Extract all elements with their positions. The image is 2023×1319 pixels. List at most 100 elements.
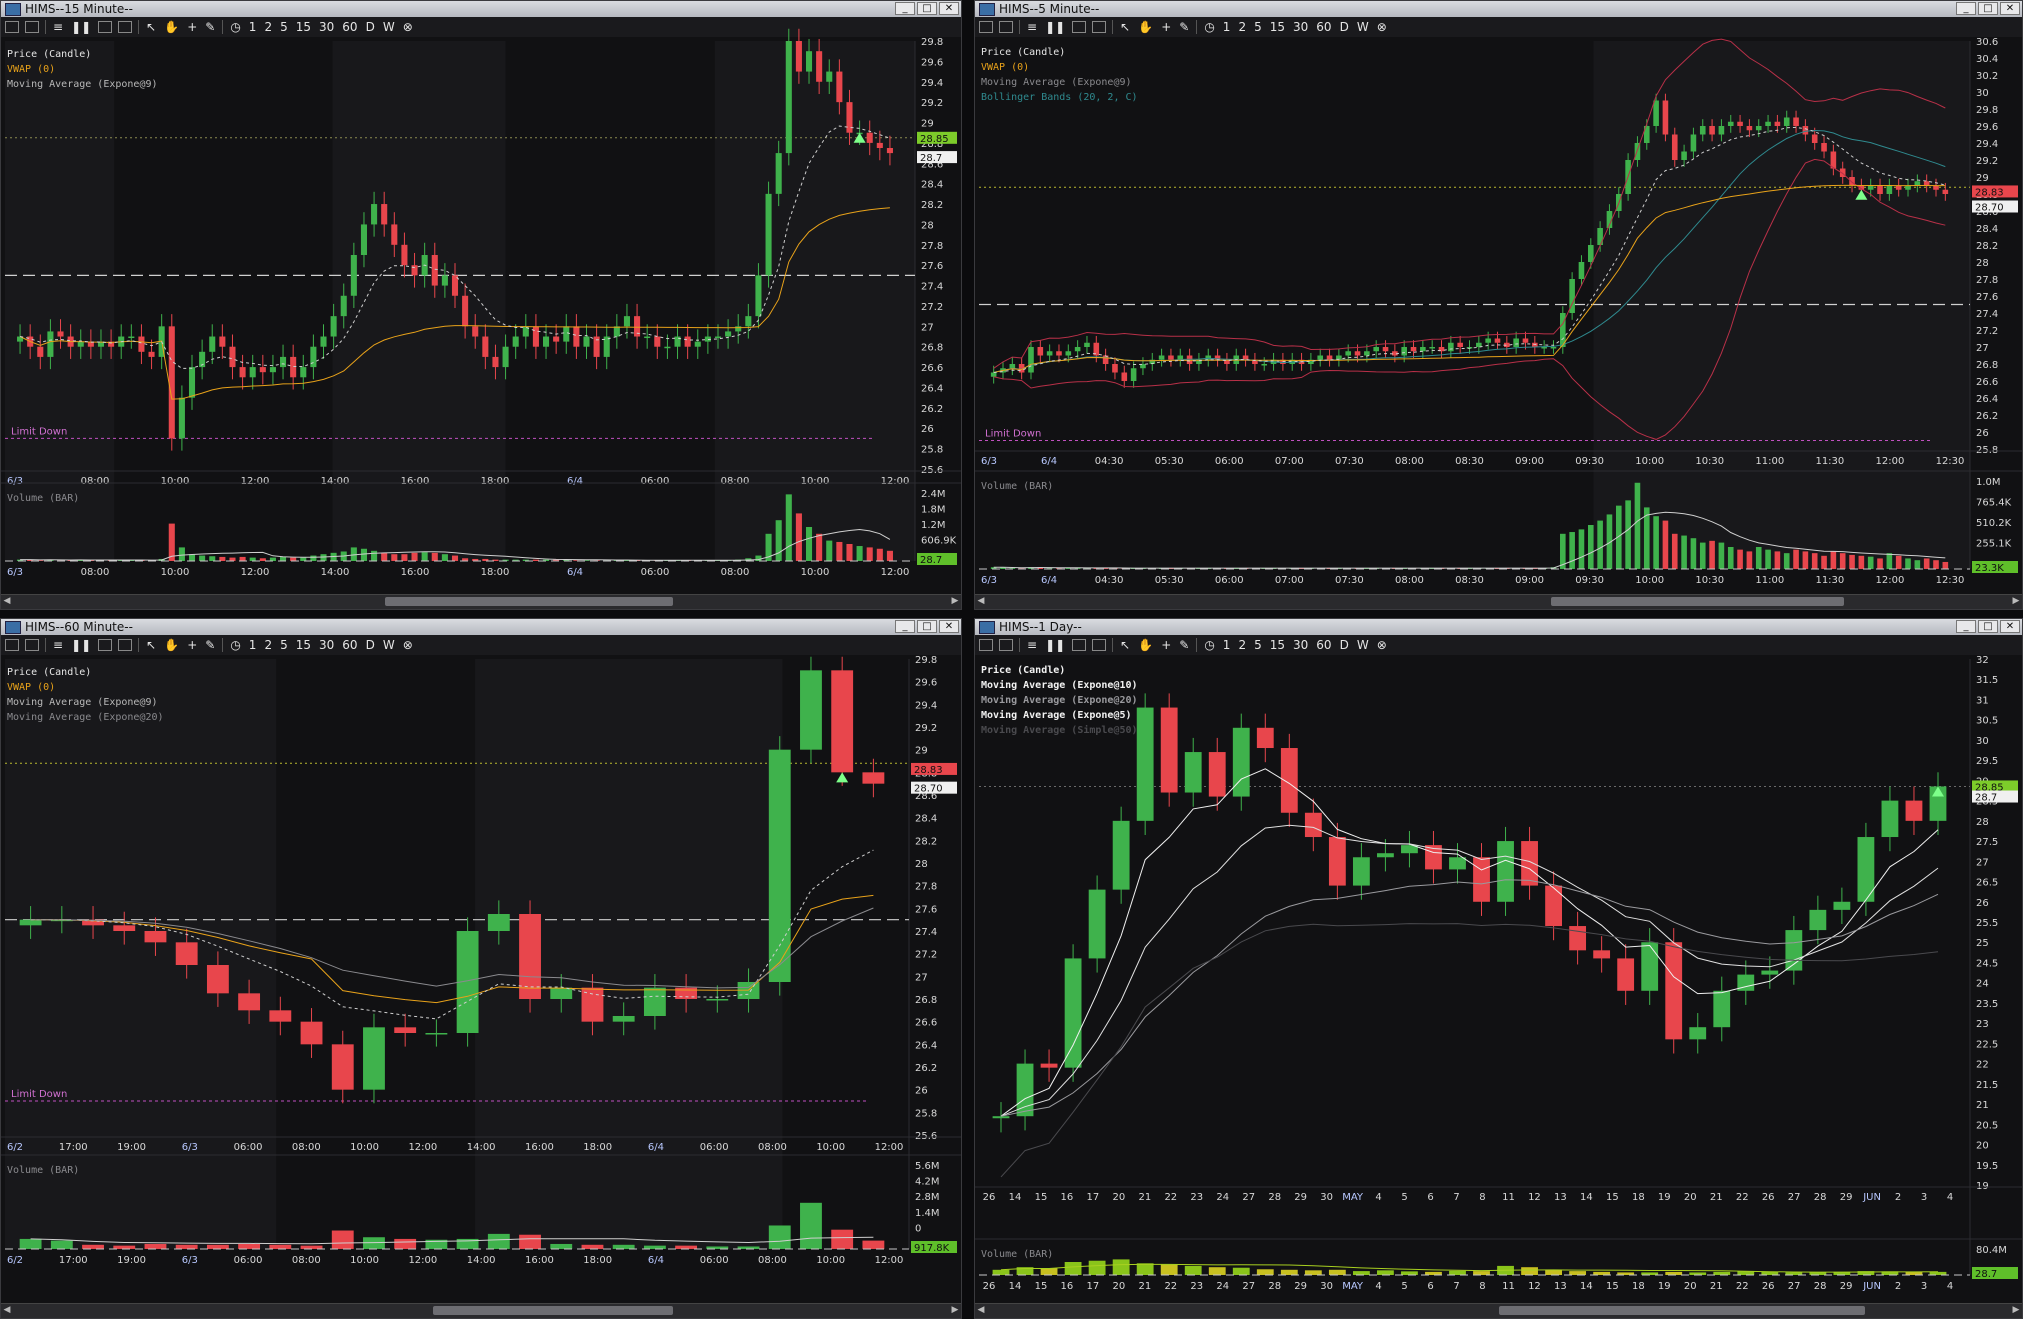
x-tick-label: 06:00	[700, 1255, 729, 1266]
candle	[1037, 347, 1044, 356]
x-tick-label: 06:00	[1215, 456, 1244, 467]
candle	[1056, 351, 1062, 356]
scroll-thumb[interactable]	[1498, 1306, 1865, 1315]
candle	[1040, 1063, 1058, 1068]
legend-item[interactable]: Moving Average (Simple@50)	[981, 723, 1138, 738]
x-tick-label: 6/3	[981, 456, 997, 467]
svg-text:28.83: 28.83	[914, 765, 943, 776]
legend-item[interactable]: Bollinger Bands (20, 2, C)	[981, 90, 1138, 105]
candle	[178, 397, 185, 439]
candle	[77, 341, 84, 347]
candle	[1121, 372, 1128, 381]
candle	[1689, 1027, 1707, 1040]
x-tick-label: 08:00	[721, 567, 750, 578]
scroll-right-icon[interactable]: ▶	[2010, 595, 2022, 608]
y-tick-label: 26	[915, 1086, 928, 1097]
scroll-thumb[interactable]	[1550, 597, 1844, 606]
x-tick-label: 6/4	[567, 476, 583, 487]
scroll-left-icon[interactable]: ◀	[1, 595, 13, 608]
y-tick-label: 26.6	[1976, 377, 1998, 388]
chart-window-60-minute[interactable]: HIMS--60 Minute-- _ □ ✕ ≡ ❚❚ ↖ ✋ + ✎ ◷ 1 2 5 15 30 6…	[0, 618, 962, 1319]
scroll-left-icon[interactable]: ◀	[1, 1304, 13, 1317]
y-tick-label: 26	[1976, 898, 1989, 909]
scroll-right-icon[interactable]: ▶	[949, 1304, 961, 1317]
x-tick-label: 10:00	[350, 1255, 379, 1266]
x-tick-label: 18	[1632, 1281, 1645, 1292]
x-tick-label: 12:00	[241, 476, 270, 487]
candle	[1028, 347, 1034, 373]
limit-down-label: Limit Down	[11, 1089, 67, 1100]
candle	[1617, 958, 1635, 991]
candle	[1737, 121, 1743, 126]
legend-item[interactable]: Moving Average (Expone@20)	[981, 693, 1138, 708]
candle	[269, 1010, 292, 1022]
y-tick-label: 29.8	[915, 655, 937, 666]
horizontal-scrollbar[interactable]: ◀ ▶	[975, 1303, 2022, 1318]
x-tick-label: 11:00	[1755, 575, 1784, 586]
legend-item[interactable]: Moving Average (Expone@9)	[7, 695, 164, 710]
scroll-thumb[interactable]	[385, 597, 673, 606]
x-tick-label: 12:30	[1936, 456, 1965, 467]
volume-bar	[229, 557, 236, 561]
x-tick-label: 09:00	[1515, 575, 1544, 586]
legend-item[interactable]: Moving Average (Expone@10)	[981, 678, 1138, 693]
legend-item[interactable]: Price (Candle)	[981, 45, 1138, 60]
x-tick-label: 14:00	[321, 476, 350, 487]
candle	[401, 244, 408, 266]
candle	[1377, 853, 1394, 858]
scroll-thumb[interactable]	[433, 1306, 673, 1315]
legend-item[interactable]: Price (Candle)	[981, 663, 1138, 678]
legend-item[interactable]: Moving Average (Expone@5)	[981, 708, 1138, 723]
candle	[482, 336, 489, 357]
scroll-left-icon[interactable]: ◀	[975, 595, 987, 608]
candle	[1809, 909, 1827, 931]
scroll-right-icon[interactable]: ▶	[949, 595, 961, 608]
volume-bar	[290, 557, 297, 561]
volume-badge: 28.7	[1972, 1267, 2018, 1280]
horizontal-scrollbar[interactable]: ◀ ▶	[1, 1303, 961, 1318]
x-tick-label: 10:00	[816, 1142, 845, 1153]
chart-window-5-minute[interactable]: HIMS--5 Minute-- _ □ ✕ ≡ ❚❚ ↖ ✋ + ✎ ◷ 1 2 5 15 30 60…	[974, 0, 2023, 610]
x-tick-label: 16:00	[525, 1255, 554, 1266]
legend-item[interactable]: VWAP (0)	[981, 60, 1138, 75]
volume-tick-label: 80.4M	[1976, 1245, 2007, 1256]
y-tick-label: 25.5	[1976, 918, 1998, 929]
legend-item[interactable]: VWAP (0)	[7, 62, 158, 77]
chart-window-1-day[interactable]: HIMS--1 Day-- _ □ ✕ ≡ ❚❚ ↖ ✋ + ✎ ◷ 1 2 5 15 30 60 D W ⊗…	[974, 618, 2023, 1319]
legend-item[interactable]: Price (Candle)	[7, 665, 164, 680]
candle	[623, 316, 630, 327]
x-tick-label: 06:00	[1215, 575, 1244, 586]
volume-bar	[1521, 1267, 1538, 1275]
y-tick-label: 27.6	[1976, 292, 1998, 303]
chart-window-15-minute[interactable]: HIMS--15 Minute-- _ □ ✕ ≡ ❚❚ ↖ ✋ + ✎ ◷ 1 2 5 15 30 6…	[0, 0, 962, 610]
horizontal-scrollbar[interactable]: ◀ ▶	[975, 594, 2022, 609]
legend-item[interactable]: Moving Average (Expone@9)	[981, 75, 1138, 90]
horizontal-scrollbar[interactable]: ◀ ▶	[1, 594, 961, 609]
x-tick-label: 4	[1947, 1192, 1953, 1203]
legend-item[interactable]: Moving Average (Expone@9)	[7, 77, 158, 92]
volume-bar	[1136, 1263, 1154, 1275]
legend-item[interactable]: Moving Average (Expone@20)	[7, 710, 164, 725]
candle	[836, 71, 843, 103]
volume-bar	[1839, 553, 1846, 569]
x-tick-label: 28	[1268, 1192, 1281, 1203]
price-chart[interactable]: 29.829.629.429.22928.828.628.428.22827.8…	[1, 1, 961, 609]
x-tick-label: 10:00	[161, 476, 190, 487]
y-tick-label: 27.4	[921, 282, 943, 293]
candle	[128, 336, 135, 339]
legend-item[interactable]: VWAP (0)	[7, 680, 164, 695]
volume-bar	[612, 1244, 635, 1249]
candle	[360, 224, 367, 255]
volume-bar	[1718, 542, 1725, 569]
volume-tick-label: 606.9K	[921, 536, 957, 547]
scroll-right-icon[interactable]: ▶	[2010, 1304, 2022, 1317]
volume-tick-label: 1.2M	[921, 520, 946, 531]
candle	[684, 336, 691, 347]
volume-bar	[1064, 1262, 1082, 1275]
volume-bar	[1352, 1271, 1370, 1275]
candle	[391, 224, 398, 245]
legend-item[interactable]: Price (Candle)	[7, 47, 158, 62]
x-tick-label: 07:00	[1275, 575, 1304, 586]
scroll-left-icon[interactable]: ◀	[975, 1304, 987, 1317]
volume-bar	[836, 541, 843, 561]
